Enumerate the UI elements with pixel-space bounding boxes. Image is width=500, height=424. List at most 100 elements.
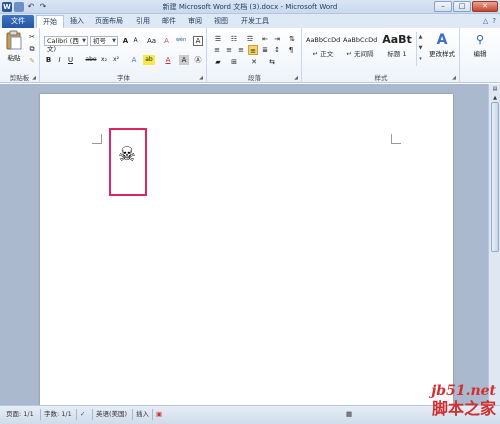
font-name-select[interactable]: Calibri (西文) ▼ <box>44 36 88 53</box>
styles-launcher-icon[interactable]: ◢ <box>452 75 456 81</box>
paste-icon <box>6 30 22 50</box>
italic-button[interactable]: I <box>55 55 64 65</box>
more-icon[interactable]: ▾ <box>417 54 424 65</box>
change-case-button[interactable]: Aa <box>145 36 158 46</box>
ribbon-tabs: 文件 开始 插入 页面布局 引用 邮件 审阅 视图 开发工具 △ ? <box>0 14 500 28</box>
highlight-box: ☠ <box>109 128 147 196</box>
maximize-button[interactable]: □ <box>453 1 471 12</box>
chevron-down-icon[interactable]: ▼ <box>417 43 424 54</box>
status-separator <box>132 409 133 420</box>
collapse-ribbon-icon[interactable]: △ <box>483 17 488 25</box>
status-bar: 页面: 1/1 字数: 1/1 ✓ 英语(美国) 插入 ▣ ▦ <box>0 405 500 424</box>
increase-indent-icon[interactable]: ⇥ <box>272 34 282 44</box>
sort-icon[interactable]: ⇅ <box>286 34 298 44</box>
skull-crossbones-icon[interactable]: ☠ <box>118 142 136 166</box>
scrollbar-thumb[interactable] <box>491 102 499 252</box>
style-gallery-scroll[interactable]: ▲ ▼ ▾ <box>416 32 424 66</box>
format-painter-icon[interactable]: ✎ <box>27 56 37 66</box>
tab-references[interactable]: 引用 <box>132 15 154 28</box>
status-separator <box>40 409 41 420</box>
style-normal[interactable]: AaBbCcDd ↵ 正文 <box>306 32 340 66</box>
style-sample: AaBbCcDd <box>306 36 340 44</box>
line-spacing-icon[interactable]: ↕ <box>272 45 282 55</box>
tab-mailings[interactable]: 邮件 <box>158 15 180 28</box>
vertical-scrollbar[interactable]: ▤ ▲ <box>488 84 500 405</box>
char-shading-button[interactable]: A <box>179 55 189 65</box>
tab-file[interactable]: 文件 <box>2 15 34 28</box>
clipboard-group: 粘贴 ✂ ⧉ ✎ 剪贴板 ◢ <box>0 28 40 83</box>
font-launcher-icon[interactable]: ◢ <box>199 75 203 81</box>
close-button[interactable]: ✕ <box>472 1 498 12</box>
show-marks-icon[interactable]: ¶ <box>286 45 296 55</box>
title-bar: W ↶ ↷ 新建 Microsoft Word 文档 (3).docx - Mi… <box>0 0 500 14</box>
style-no-spacing[interactable]: AaBbCcDd ↵ 无间隔 <box>343 32 377 66</box>
align-center-icon[interactable]: ≡ <box>224 45 234 55</box>
clear-format-button[interactable]: A <box>162 36 171 46</box>
status-separator <box>92 409 93 420</box>
tab-insert[interactable]: 插入 <box>66 15 88 28</box>
shading-icon[interactable]: ▰ <box>212 57 224 67</box>
paragraph-launcher-icon[interactable]: ◢ <box>294 75 298 81</box>
clipboard-launcher-icon[interactable]: ◢ <box>32 75 36 81</box>
tab-developer[interactable]: 开发工具 <box>238 15 272 28</box>
grow-font-button[interactable]: A <box>121 36 130 46</box>
font-size-select[interactable]: 初号 ▼ <box>90 36 118 46</box>
enclose-char-button[interactable]: Ⓐ <box>193 55 203 65</box>
window-controls: – □ ✕ <box>434 1 498 12</box>
style-name: ↵ 无间隔 <box>346 50 374 58</box>
font-color-button[interactable]: A <box>163 55 173 65</box>
subscript-button[interactable]: x₂ <box>99 55 109 65</box>
proofing-icon[interactable]: ✓ <box>80 409 85 419</box>
chevron-up-icon[interactable]: ▲ <box>417 32 424 43</box>
tab-view[interactable]: 视图 <box>210 15 232 28</box>
align-right-icon[interactable]: ≡ <box>236 45 246 55</box>
paste-button[interactable]: 粘贴 <box>4 30 24 64</box>
highlight-button[interactable]: ab <box>143 55 155 65</box>
margin-corner-top-left <box>92 134 102 144</box>
decrease-indent-icon[interactable]: ⇤ <box>260 34 270 44</box>
minimize-button[interactable]: – <box>434 1 452 12</box>
char-border-button[interactable]: A <box>193 36 203 46</box>
window-title: 新建 Microsoft Word 文档 (3).docx - Microsof… <box>162 3 338 11</box>
font-group-label: 字体 <box>117 74 130 82</box>
tab-home[interactable]: 开始 <box>36 15 64 28</box>
text-effects-button[interactable]: A <box>129 55 139 65</box>
bold-button[interactable]: B <box>44 55 53 65</box>
superscript-button[interactable]: x² <box>111 55 121 65</box>
shrink-font-button[interactable]: A <box>131 36 140 46</box>
multilevel-list-icon[interactable]: ☲ <box>244 34 256 44</box>
binoculars-icon: ⚲ <box>475 33 485 46</box>
page-count[interactable]: 页面: 1/1 <box>6 409 34 419</box>
editing-group: ⚲ 编辑 <box>461 28 500 83</box>
justify-icon[interactable]: ≡ <box>248 45 258 55</box>
chinese-layout-icon[interactable]: ✕ <box>248 57 260 67</box>
text-direction-icon[interactable]: ⇆ <box>266 57 278 67</box>
chevron-down-icon: ▼ <box>82 38 86 44</box>
tab-page-layout[interactable]: 页面布局 <box>92 15 126 28</box>
print-layout-view-icon[interactable]: ▦ <box>346 409 352 419</box>
paragraph-group: ☰ ☷ ☲ ⇤ ⇥ ⇅ ≡ ≡ ≡ ≡ ≣ ↕ ¶ ▰ ⊞ ✕ ⇆ 段落 ◢ <box>208 28 302 83</box>
style-heading-1[interactable]: AaBt 标题 1 <box>380 32 414 66</box>
borders-icon[interactable]: ⊞ <box>228 57 240 67</box>
word-count[interactable]: 字数: 1/1 <box>44 409 72 419</box>
change-styles-button[interactable]: A 更改样式 <box>427 32 457 68</box>
font-group: Calibri (西文) ▼ 初号 ▼ A A Aa A wén A B I U… <box>41 28 207 83</box>
editing-button[interactable]: ⚲ 编辑 <box>465 32 495 68</box>
style-name: ↵ 正文 <box>312 50 334 58</box>
underline-button[interactable]: U <box>66 55 75 65</box>
numbering-icon[interactable]: ☷ <box>228 34 240 44</box>
bullets-icon[interactable]: ☰ <box>212 34 224 44</box>
distribute-icon[interactable]: ≣ <box>260 45 270 55</box>
tab-review[interactable]: 审阅 <box>184 15 206 28</box>
language-indicator[interactable]: 英语(美国) <box>96 409 127 419</box>
strikethrough-button[interactable]: abe <box>85 55 97 65</box>
phonetic-guide-button[interactable]: wén <box>173 35 189 45</box>
document-page[interactable]: ☠ <box>40 94 453 405</box>
macro-record-icon[interactable]: ▣ <box>156 409 162 419</box>
insert-mode-indicator[interactable]: 插入 <box>136 409 149 419</box>
cut-icon[interactable]: ✂ <box>27 32 37 42</box>
copy-icon[interactable]: ⧉ <box>27 44 37 54</box>
help-icon[interactable]: ? <box>492 17 496 25</box>
align-left-icon[interactable]: ≡ <box>212 45 222 55</box>
status-separator <box>76 409 77 420</box>
